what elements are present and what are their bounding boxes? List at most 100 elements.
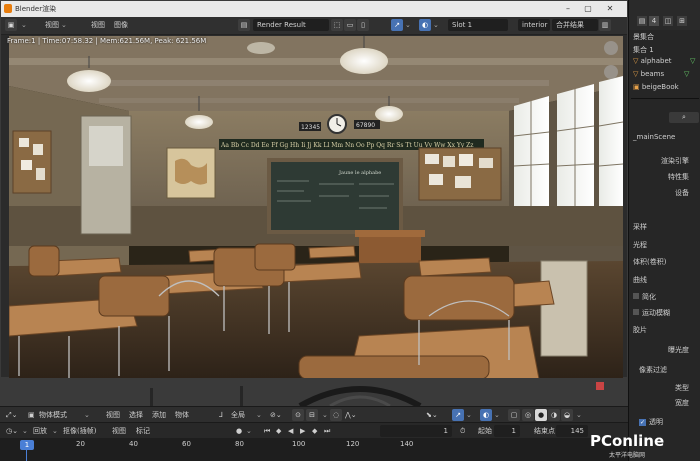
stopwatch-icon[interactable]: ⏱: [460, 425, 465, 437]
chevron-down-icon[interactable]: ⌄: [256, 409, 262, 421]
sample-tool-icon[interactable]: ↗: [391, 19, 403, 31]
image-browse-icon[interactable]: ▤: [238, 19, 250, 31]
chevron-down-icon[interactable]: ⌄: [576, 409, 582, 421]
properties-panel: ▤ 4 ◫ ⊞ 景集合 集合 1 ▽ alphabet ▽ ▽ beams ▽ …: [628, 0, 700, 461]
section-pixel-filter[interactable]: 像素过滤: [639, 365, 667, 375]
menu-keying-button[interactable]: 抠像(插帧): [63, 425, 96, 437]
timeline-header: ◷⌄ ⌄ 回放 ⌄ 抠像(插帧) 视图 标记 ● ⌄ ⏮ ◆ ◀ ▶ ◆ ⏭ 1…: [0, 422, 628, 439]
close-icon[interactable]: ✕: [603, 3, 617, 14]
feature-set-label: 特性集: [668, 173, 689, 181]
play-icon[interactable]: ▶: [300, 425, 305, 437]
chevron-down-icon[interactable]: ⌄: [433, 19, 439, 31]
section-curves[interactable]: 曲线: [633, 275, 647, 285]
section-sampling[interactable]: 采样: [633, 222, 647, 232]
chevron-down-icon[interactable]: ⌄: [405, 19, 411, 31]
xray-icon[interactable]: ▢: [508, 409, 520, 421]
view-layer-icon[interactable]: ◫: [663, 16, 673, 26]
section-motion-blur[interactable]: 运动模糊: [633, 308, 670, 318]
play-reverse-icon[interactable]: ◀: [288, 425, 293, 437]
chevron-down-icon[interactable]: ⌄: [466, 409, 472, 421]
chevron-down-icon[interactable]: ⌄: [494, 409, 500, 421]
blender-logo-icon: [4, 4, 12, 13]
menu-image-button[interactable]: 图像: [114, 19, 128, 31]
transparent-toggle[interactable]: ✓ 透明: [639, 417, 663, 427]
fake-user-icon[interactable]: ⬚: [331, 19, 343, 31]
outliner-item-beams[interactable]: ▽ beams: [633, 70, 664, 78]
image-name-field[interactable]: Render Result: [253, 19, 329, 31]
chevron-down-icon[interactable]: ⌄: [61, 19, 67, 31]
tab-number-badge[interactable]: 4: [649, 16, 659, 26]
chevron-down-icon[interactable]: ⌄: [22, 425, 28, 437]
gizmo-icon[interactable]: ⬊⌄: [426, 409, 438, 421]
exposure-label: 曝光度: [668, 346, 689, 354]
playhead-line: [26, 450, 27, 461]
section-light-paths[interactable]: 光程: [633, 240, 647, 250]
menu-view-button[interactable]: 视图: [112, 425, 126, 437]
outliner-item-alphabet[interactable]: ▽ alphabet: [633, 57, 672, 65]
slot-select[interactable]: Slot 1: [448, 19, 508, 31]
transform-orientation-icon[interactable]: ⅃: [219, 409, 223, 421]
shading-solid-icon[interactable]: ●: [535, 409, 547, 421]
pass-select[interactable]: 合并结果: [552, 19, 598, 31]
new-image-icon[interactable]: ▭: [344, 19, 356, 31]
jump-start-icon[interactable]: ⏮: [264, 425, 270, 437]
chevron-down-icon[interactable]: ⌄: [84, 409, 90, 421]
menu-playback-button[interactable]: 回放: [33, 425, 47, 437]
menu-select-button[interactable]: 选择: [129, 409, 143, 421]
timeline-editor-icon[interactable]: ◷⌄: [6, 425, 18, 437]
search-icon[interactable]: ⌕: [669, 112, 699, 123]
object-icon: ▣: [633, 83, 640, 91]
menu-view-button[interactable]: 视图: [45, 19, 59, 31]
menu-view-button[interactable]: 视图: [106, 409, 120, 421]
chevron-down-icon[interactable]: ⌄: [52, 425, 58, 437]
menu-add-button[interactable]: 添加: [152, 409, 166, 421]
shading-material-icon[interactable]: ◑: [548, 409, 560, 421]
show-overlays-icon[interactable]: ◐: [480, 409, 492, 421]
minimize-icon[interactable]: –: [561, 3, 575, 14]
proportional-edit-icon[interactable]: ◌: [330, 409, 342, 421]
section-volumes[interactable]: 体积(卷积): [633, 257, 666, 267]
prev-keyframe-icon[interactable]: ◆: [276, 425, 281, 437]
layer-select[interactable]: interior: [518, 19, 550, 31]
shading-wireframe-icon[interactable]: ◎: [522, 409, 534, 421]
sidebar-toggle-icon[interactable]: ▥: [599, 19, 611, 31]
chevron-down-icon[interactable]: ⌄: [246, 425, 252, 437]
timeline-scrubber[interactable]: 1 20 40 60 80 100 120 140: [0, 438, 628, 461]
mode-select[interactable]: 物体模式: [39, 409, 67, 421]
menu-view2-button[interactable]: 视图: [91, 19, 105, 31]
next-keyframe-icon[interactable]: ◆: [312, 425, 317, 437]
orientation-select[interactable]: 全局: [231, 409, 245, 421]
editor-type-icon[interactable]: ▣: [5, 19, 17, 31]
falloff-icon[interactable]: ⋀⌄: [345, 409, 357, 421]
frame-end-field[interactable]: 145: [556, 425, 588, 437]
panel-tab-icon[interactable]: ▤: [637, 16, 647, 26]
frame-start-field[interactable]: 1: [494, 425, 520, 437]
maximize-icon[interactable]: ▢: [581, 3, 595, 14]
chevron-down-icon[interactable]: ⌄: [322, 409, 328, 421]
viewport-header: ⤢⌄ ▣ 物体模式 ⌄ 视图 选择 添加 物体 ⅃ 全局 ⌄ ⊘⌄ ⊙ ⊟ ⌄ …: [0, 406, 628, 423]
shading-rendered-icon[interactable]: ◒: [561, 409, 573, 421]
menu-marker-button[interactable]: 标记: [136, 425, 150, 437]
pivot-icon[interactable]: ⊘⌄: [270, 409, 282, 421]
section-simplify[interactable]: 简化: [633, 292, 656, 302]
open-image-icon[interactable]: ▯: [357, 19, 369, 31]
show-gizmo-icon[interactable]: ↗: [452, 409, 464, 421]
snap-target-icon[interactable]: ⊟: [306, 409, 318, 421]
section-film[interactable]: 胶片: [633, 325, 647, 335]
menu-object-button[interactable]: 物体: [175, 409, 189, 421]
timeline-tick: 60: [182, 440, 191, 448]
jump-end-icon[interactable]: ⏭: [324, 425, 330, 437]
chevron-down-icon[interactable]: ⌄: [21, 19, 27, 31]
filter-icon[interactable]: ⊞: [677, 16, 687, 26]
current-frame-field[interactable]: 1: [380, 425, 452, 437]
record-icon[interactable]: ●: [236, 425, 242, 437]
checkbox-checked-icon: ✓: [639, 419, 646, 426]
playhead[interactable]: 1: [20, 440, 34, 450]
snap-icon[interactable]: ⊙: [292, 409, 304, 421]
checkbox-icon: [633, 309, 639, 315]
outliner-item-beigebook[interactable]: ▣ beigeBook: [633, 83, 679, 91]
display-channels-icon[interactable]: ◐: [419, 19, 431, 31]
collection-item[interactable]: 集合 1: [633, 45, 654, 55]
3d-viewport-preview[interactable]: [0, 378, 628, 406]
editor-type-icon[interactable]: ⤢⌄: [6, 409, 17, 421]
